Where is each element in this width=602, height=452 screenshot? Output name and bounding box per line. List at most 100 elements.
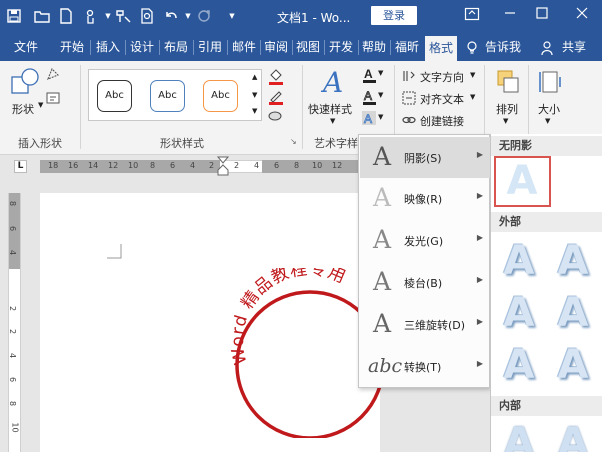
tab-references[interactable]: 引用 (194, 34, 226, 61)
tab-developer[interactable]: 开发 (325, 34, 357, 61)
close-icon[interactable] (572, 6, 592, 26)
tab-help[interactable]: 帮助 (359, 34, 389, 61)
tab-review[interactable]: 审阅 (261, 34, 291, 61)
menu-item-3d-rotation[interactable]: A 三维旋转(D) ▶ (360, 304, 490, 345)
bevel-effect-icon: A (372, 267, 392, 296)
create-link-label[interactable]: 创建链接 (420, 113, 464, 129)
undo-icon[interactable] (163, 8, 179, 24)
text-direction-label[interactable]: 文字方向 (420, 69, 464, 85)
tab-file[interactable]: 文件 (8, 34, 44, 61)
outer-shadow-option[interactable]: A (493, 290, 545, 336)
menu-item-transform[interactable]: abc 转换(T) ▶ (360, 346, 490, 387)
document-page[interactable]: Word 精品教程专用 (40, 193, 385, 452)
shape-style-option[interactable]: Abc (203, 80, 238, 112)
tab-view[interactable]: 视图 (293, 34, 323, 61)
new-document-icon[interactable] (58, 8, 74, 24)
tab-foxit[interactable]: 福昕 (391, 34, 423, 61)
edit-shape-icon[interactable] (46, 67, 60, 81)
text-outline-dropdown-icon[interactable]: ▼ (378, 91, 383, 99)
shape-style-option[interactable]: Abc (97, 80, 132, 112)
quick-styles-dropdown-icon[interactable]: ▼ (330, 117, 335, 125)
ruler-number: 4 (190, 161, 196, 170)
shape-dropdown-icon[interactable]: ▼ (38, 101, 43, 109)
outer-shadow-option[interactable]: A (493, 342, 545, 388)
svg-text:Word 精品教程专用: Word 精品教程专用 (228, 268, 349, 367)
gallery-up-icon[interactable]: ▲ (252, 73, 257, 81)
redo-icon[interactable] (196, 8, 212, 24)
transform-effect-icon: abc (368, 355, 403, 377)
align-text-dropdown-icon[interactable]: ▼ (470, 93, 475, 101)
tab-mailings[interactable]: 邮件 (228, 34, 260, 61)
create-link-icon[interactable] (402, 113, 416, 127)
shape-styles-launcher-icon[interactable]: ↘ (290, 137, 297, 146)
shape-outline-icon[interactable] (268, 89, 283, 105)
vertical-ruler: 8 6 4 2 2 4 6 8 10 (8, 193, 21, 452)
open-folder-icon[interactable] (34, 8, 50, 24)
arrange-dropdown-icon[interactable]: ▼ (503, 117, 508, 125)
shadow-submenu: 无阴影 A 外部 A A A A A A 内部 A A (490, 134, 602, 452)
text-effects-icon[interactable]: A (362, 111, 376, 126)
size-dropdown-icon[interactable]: ▼ (545, 117, 550, 125)
inner-shadow-option[interactable]: A (493, 420, 545, 452)
shape-label[interactable]: 形状 (12, 101, 34, 117)
outer-shadow-option[interactable]: A (547, 290, 599, 336)
ruler-number: 8 (150, 161, 156, 170)
quick-styles-label[interactable]: 快速样式 (308, 101, 352, 117)
size-icon[interactable] (538, 69, 562, 98)
minimize-icon[interactable] (500, 6, 520, 26)
tab-design[interactable]: 设计 (126, 34, 158, 61)
shape-fill-icon[interactable] (268, 69, 283, 85)
ribbon-display-icon[interactable] (462, 6, 482, 26)
text-outline-icon[interactable]: A (362, 89, 376, 105)
inner-shadow-option[interactable]: A (547, 420, 599, 452)
dropdown-icon[interactable]: ▼ (100, 8, 116, 24)
maximize-icon[interactable] (532, 6, 552, 26)
align-text-icon[interactable] (402, 91, 416, 105)
shape-effects-icon[interactable] (268, 109, 282, 123)
outer-shadow-option[interactable]: A (547, 342, 599, 388)
tell-me-search[interactable]: 告诉我 (481, 34, 525, 61)
indent-marker-icon[interactable] (216, 156, 230, 181)
text-effects-dropdown-icon[interactable]: ▼ (378, 113, 383, 121)
menu-item-bevel[interactable]: A 棱台(B) ▶ (360, 262, 490, 303)
text-direction-icon[interactable] (402, 69, 416, 83)
text-fill-icon[interactable]: A (362, 67, 376, 83)
share-person-icon[interactable] (540, 34, 554, 61)
quick-styles-icon[interactable]: A (320, 65, 350, 100)
size-label[interactable]: 大小 (538, 101, 560, 117)
touch-mode-icon[interactable] (82, 8, 98, 24)
ruler-number: 8 (8, 400, 18, 407)
print-preview-icon[interactable] (139, 8, 155, 24)
menu-item-shadow[interactable]: A 阴影(S) ▶ (360, 137, 490, 178)
menu-item-glow[interactable]: A 发光(G) ▶ (360, 220, 490, 261)
ruler-number: 6 (170, 161, 176, 170)
outer-shadow-option[interactable]: A (493, 238, 545, 284)
tab-insert[interactable]: 插入 (92, 34, 124, 61)
share-button[interactable]: 共享 (558, 34, 590, 61)
tab-home[interactable]: 开始 (55, 34, 89, 61)
align-text-label[interactable]: 对齐文本 (420, 91, 464, 107)
text-fill-dropdown-icon[interactable]: ▼ (378, 69, 383, 77)
lightbulb-icon[interactable] (465, 34, 479, 61)
outer-shadow-option[interactable]: A (547, 238, 599, 284)
group-separator (302, 65, 303, 149)
gallery-down-icon[interactable]: ▼ (252, 91, 257, 99)
ruler-number: 2 (8, 328, 18, 335)
text-direction-dropdown-icon[interactable]: ▼ (470, 71, 475, 79)
login-button[interactable]: 登录 (371, 6, 417, 25)
save-icon[interactable] (6, 8, 22, 24)
tab-format[interactable]: 格式 (425, 36, 457, 61)
customize-toolbar-icon[interactable]: ▼ (224, 8, 240, 24)
undo-dropdown-icon[interactable]: ▼ (180, 8, 196, 24)
ruler-number: 2 (8, 305, 18, 312)
menu-item-reflection[interactable]: A 映像(R) ▶ (360, 178, 490, 219)
shapes-icon[interactable] (10, 67, 40, 100)
arrange-label[interactable]: 排列 (496, 101, 518, 117)
tab-stop-selector[interactable]: L (14, 160, 27, 173)
gallery-more-icon[interactable]: ▼ (252, 107, 257, 115)
shape-style-option[interactable]: Abc (150, 80, 185, 112)
format-painter-icon[interactable] (115, 8, 131, 24)
text-box-icon[interactable] (46, 91, 60, 105)
arrange-icon[interactable] (496, 69, 520, 98)
tab-layout[interactable]: 布局 (160, 34, 192, 61)
